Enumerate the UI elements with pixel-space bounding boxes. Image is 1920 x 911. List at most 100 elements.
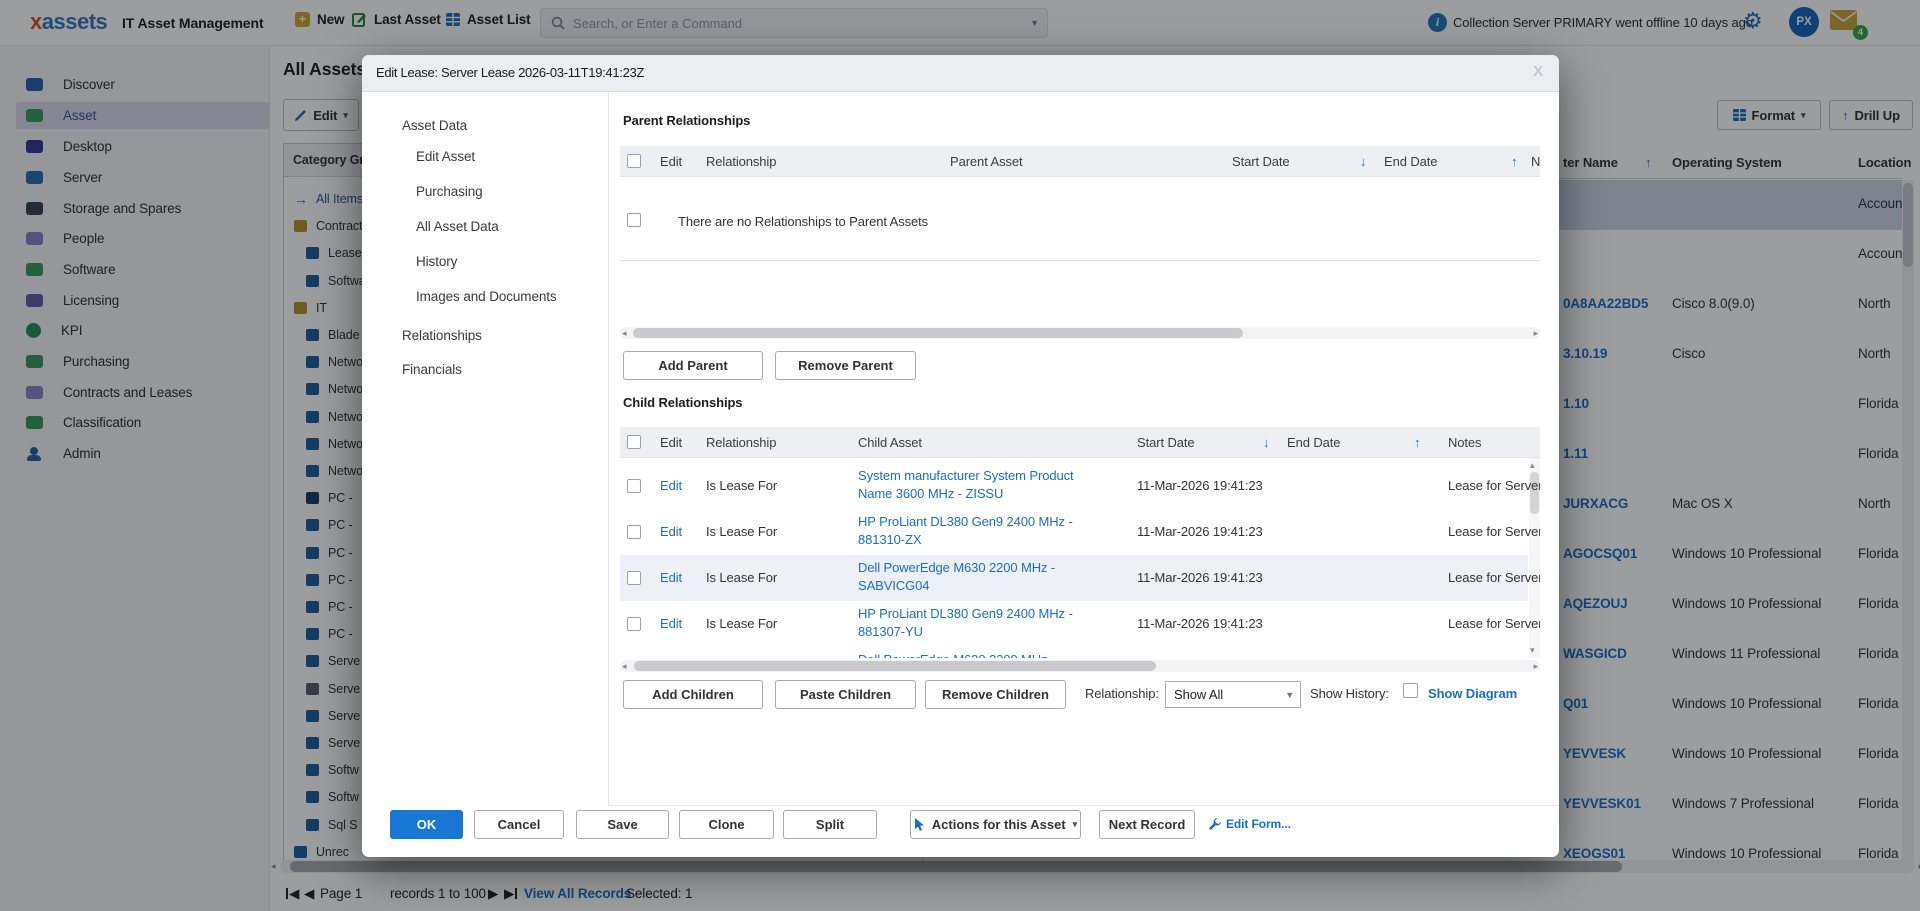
relationship-type: Is Lease For [706,478,777,493]
scroll-right-icon[interactable]: ▸ [1534,661,1538,672]
clone-button[interactable]: Clone [679,810,774,839]
dialog-nav-financials[interactable]: Financials [402,362,462,377]
start-date: 11-Mar-2026 19:41:23 [1137,616,1263,631]
dialog-nav-relationships[interactable]: Relationships [402,328,482,343]
child-asset-link[interactable]: HP ProLiant DL380 Gen9 2400 MHz - 881310… [858,513,1088,549]
child-asset-link[interactable]: HP ProLiant DL380 Gen9 2400 MHz - 881307… [858,605,1088,641]
relationship-filter-select[interactable]: Show All ▼ [1165,681,1301,708]
scroll-left-icon[interactable]: ◂ [622,661,626,672]
add-parent-button[interactable]: Add Parent [623,351,763,380]
select-all-checkbox[interactable] [627,435,641,449]
remove-parent-button[interactable]: Remove Parent [775,351,916,380]
col-notes[interactable]: Notes [1531,154,1540,169]
relationship-type: Is Lease For [706,524,777,539]
notes: Lease for Server [1448,478,1540,493]
show-diagram-link[interactable]: Show Diagram [1428,686,1517,701]
relationship-type: Is Lease For [706,570,777,585]
col-start-date[interactable]: Start Date [1137,435,1195,450]
dialog-nav-purchasing[interactable]: Purchasing [416,184,483,199]
scroll-left-icon[interactable]: ◂ [622,328,626,339]
scroll-down-icon[interactable]: ▾ [1530,645,1534,656]
dialog-nav-history[interactable]: History [416,254,457,269]
dialog-title-bar[interactable]: Edit Lease: Server Lease 2026-03-11T19:4… [362,55,1559,92]
dialog-nav-edit-asset[interactable]: Edit Asset [416,149,475,164]
nav-divider [608,92,609,805]
row-checkbox[interactable] [627,617,641,631]
child-relationship-row: Edit Is Lease For HP ProLiant DL380 Gen9 2… [620,509,1528,555]
dialog-nav-images-and-documents[interactable]: Images and Documents [416,289,557,304]
child-asset-link[interactable]: System manufacturer System Product Name … [858,467,1088,503]
dialog-nav-all-asset-data[interactable]: All Asset Data [416,219,499,234]
parent-relationships-heading: Parent Relationships [623,113,750,128]
scrollbar-thumb[interactable] [633,328,1243,338]
start-date: 11-Mar-2026 19:41:23 [1137,478,1263,493]
col-start-date[interactable]: Start Date [1232,154,1290,169]
child-asset-link[interactable]: Dell PowerEdge M630 2200 MHz - [858,651,1088,658]
col-end-date[interactable]: End Date [1384,154,1437,169]
child-relationship-row: Edit Is Lease For HP ProLiant DL380 Gen9 2… [620,601,1528,647]
child-asset-link[interactable]: Dell PowerEdge M630 2200 MHz - SABVICG04 [858,559,1088,595]
select-all-checkbox[interactable] [627,154,641,168]
edit-link[interactable]: Edit [660,616,682,631]
col-relationship[interactable]: Relationship [706,435,776,450]
notes: Lease for Server [1448,616,1540,631]
row-checkbox[interactable] [627,479,641,493]
caret-down-icon: ▾ [1073,819,1078,830]
start-date: 11-Mar-2026 19:41:23 [1137,570,1263,585]
col-edit[interactable]: Edit [660,154,682,169]
sort-asc-icon[interactable]: ↑ [1511,154,1517,169]
scroll-right-icon[interactable]: ▸ [1534,328,1538,339]
col-child-asset[interactable]: Child Asset [858,435,922,450]
edit-link[interactable]: Edit [660,478,682,493]
parent-table-header: Edit Relationship Parent Asset Start Dat… [620,146,1540,177]
relationship-type: Is Lease For [706,616,777,631]
child-relationship-row: EditIs Lease ForDell PowerEdge M630 2200… [620,647,1528,658]
close-icon[interactable]: X [1533,63,1543,80]
child-relationship-row: Edit Is Lease For System manufacturer Syst… [620,463,1528,509]
row-checkbox[interactable] [627,571,641,585]
col-relationship[interactable]: Relationship [706,154,776,169]
sort-desc-icon[interactable]: ↓ [1263,435,1269,450]
select-caret-icon: ▼ [1285,683,1294,708]
col-edit[interactable]: Edit [660,435,682,450]
scroll-up-icon[interactable]: ▴ [1530,460,1534,471]
col-notes[interactable]: Notes [1448,435,1481,450]
edit-link[interactable]: Edit [660,524,682,539]
child-relationships-heading: Child Relationships [623,395,742,410]
relationship-filter-value: Show All [1174,687,1223,702]
dialog-title: Edit Lease: Server Lease 2026-03-11T19:4… [376,65,644,80]
next-record-button[interactable]: Next Record [1099,810,1195,839]
ok-button[interactable]: OK [390,810,463,839]
relationship-filter-label: Relationship: [1085,686,1159,701]
footer-divider [608,805,1559,806]
sort-asc-icon[interactable]: ↑ [1414,435,1420,450]
sort-desc-icon[interactable]: ↓ [1360,154,1366,169]
parent-horizontal-scrollbar[interactable]: ◂ ▸ [620,327,1540,339]
add-children-button[interactable]: Add Children [623,680,763,709]
notes: Lease for Server [1448,570,1540,585]
parent-table-bottom-border [620,260,1540,261]
dialog-nav-asset-data[interactable]: Asset Data [402,118,467,133]
edit-lease-dialog: Edit Lease: Server Lease 2026-03-11T19:4… [362,55,1559,857]
edit-form-link[interactable]: Edit Form... [1226,817,1291,831]
col-end-date[interactable]: End Date [1287,435,1340,450]
actions-label: Actions for this Asset [932,817,1066,832]
scrollbar-thumb[interactable] [634,661,1156,671]
wrench-icon [1208,817,1222,831]
child-table-header: Edit Relationship Child Asset Start Date… [620,427,1540,458]
split-button[interactable]: Split [783,810,877,839]
no-parent-relationships-text: There are no Relationships to Parent Ass… [678,214,928,229]
remove-children-button[interactable]: Remove Children [925,680,1066,709]
row-checkbox[interactable] [627,525,641,539]
show-history-checkbox[interactable] [1403,683,1418,698]
actions-for-asset-button[interactable]: Actions for this Asset ▾ [910,810,1081,839]
paste-children-button[interactable]: Paste Children [775,680,916,709]
save-button[interactable]: Save [576,810,669,839]
cancel-button[interactable]: Cancel [474,810,564,839]
col-parent-asset[interactable]: Parent Asset [950,154,1023,169]
child-horizontal-scrollbar[interactable]: ◂ ▸ [620,660,1540,672]
empty-row-checkbox[interactable] [627,213,641,227]
child-relationship-row: Edit Is Lease For Dell PowerEdge M630 2200… [620,555,1528,601]
show-history-label: Show History: [1310,686,1389,701]
edit-link[interactable]: Edit [660,570,682,585]
